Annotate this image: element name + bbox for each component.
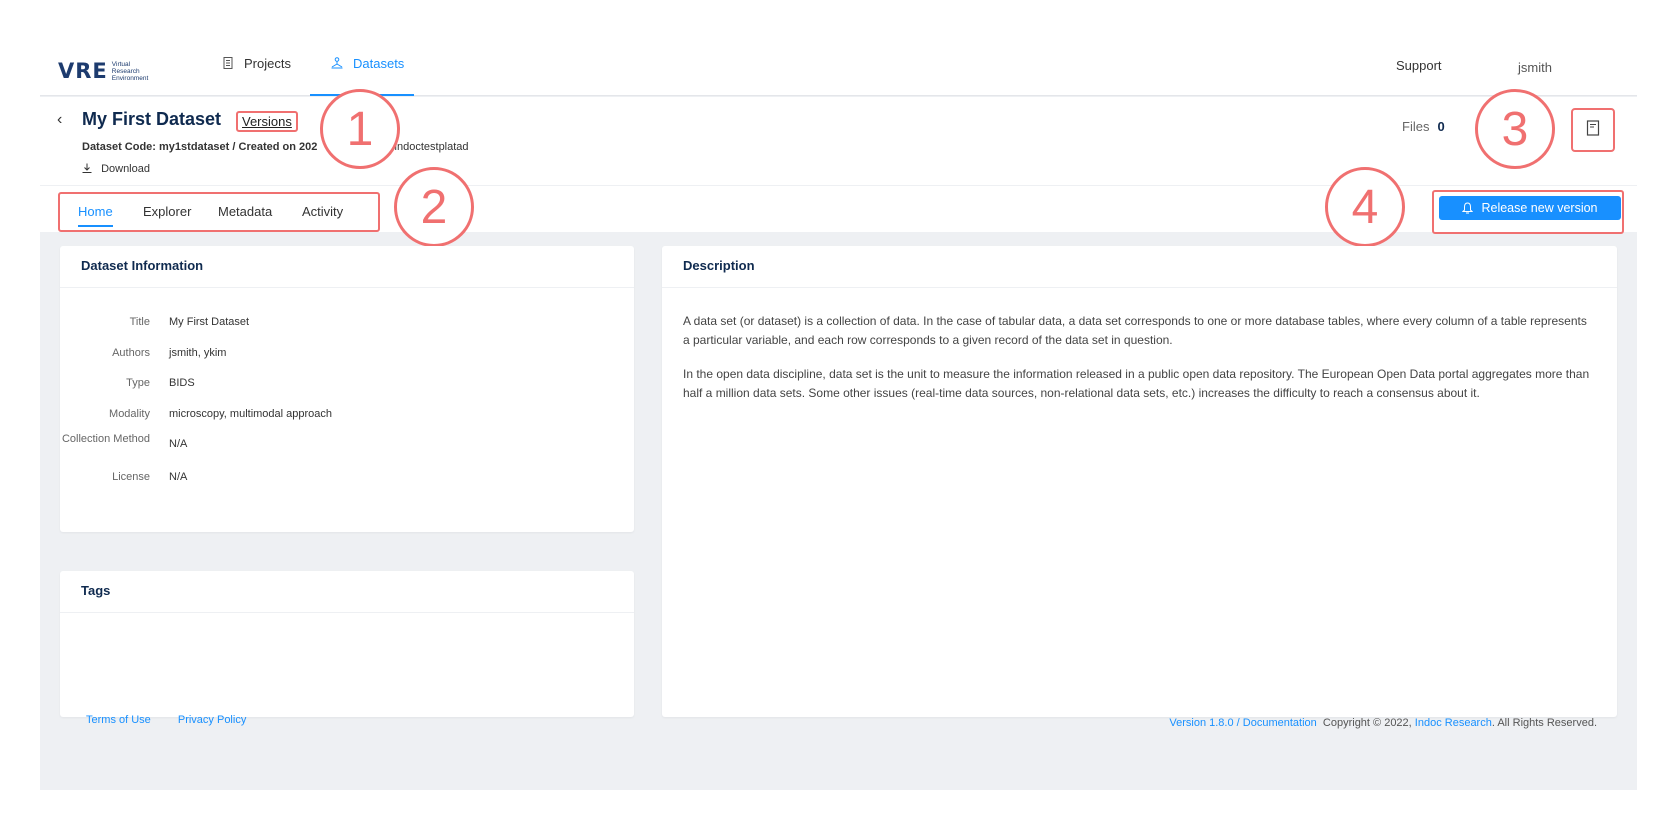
file-icon [1586, 119, 1600, 141]
annotation-marker-3: 3 [1475, 89, 1555, 169]
logo-sub-line: Virtual [111, 60, 131, 68]
tab-home[interactable]: Home [78, 204, 113, 227]
bell-icon [1462, 202, 1474, 214]
info-label: Authors [112, 347, 150, 359]
info-value: N/A [169, 438, 188, 450]
dataset-code: Dataset Code: my1stdataset / Created on … [82, 141, 318, 153]
document-icon [222, 57, 234, 69]
info-label: Collection Method [61, 433, 150, 445]
release-new-version-button[interactable]: Release new version [1439, 196, 1621, 220]
dataset-icon [331, 57, 343, 69]
dataset-meta-suffix: mindoctestplatad [385, 141, 469, 153]
download-label: Download [101, 163, 150, 175]
files-count: Files 0 [1402, 119, 1445, 134]
nav-projects[interactable]: Projects [222, 56, 291, 96]
support-link[interactable]: Support [1396, 58, 1442, 73]
info-label: Title [129, 316, 150, 328]
download-icon [82, 163, 101, 175]
description-paragraph: In the open data discipline, data set is… [683, 367, 1590, 400]
info-value: BIDS [169, 377, 195, 389]
card-heading: Dataset Information [60, 246, 634, 288]
documentation-link[interactable]: Documentation [1243, 717, 1317, 729]
dataset-title: My First Dataset [82, 109, 222, 129]
files-number: 0 [1437, 119, 1445, 134]
annotation-marker-1: 1 [320, 89, 400, 169]
vre-logo[interactable]: VRE Virtual Research Environment [58, 59, 149, 83]
info-value: jsmith, ykim [169, 347, 227, 359]
logo-subtitle: Virtual Research Environment [112, 61, 149, 82]
info-label: License [112, 471, 150, 483]
app-window: VRE Virtual Research Environment Project… [40, 40, 1637, 790]
files-label: Files [1402, 119, 1430, 134]
indoc-research-link[interactable]: Indoc Research [1415, 717, 1492, 729]
tab-explorer[interactable]: Explorer [143, 204, 191, 219]
card-heading: Description [662, 246, 1617, 288]
release-button-label: Release new version [1481, 201, 1598, 215]
terms-of-use-link[interactable]: Terms of Use [86, 714, 151, 726]
footer-links: Terms of Use Privacy Policy [86, 714, 270, 726]
annotation-marker-4: 4 [1325, 167, 1405, 247]
logo-sub-line: Environment [111, 74, 149, 82]
version-link[interactable]: Version 1.8.0 [1169, 717, 1233, 729]
rights-text: . All Rights Reserved. [1491, 717, 1597, 729]
top-navigation-bar: VRE Virtual Research Environment Project… [40, 40, 1637, 96]
logo-mark: VRE [58, 59, 108, 83]
description-text: A data set (or dataset) is a collection … [662, 288, 1617, 427]
back-chevron-icon[interactable]: ‹ [57, 111, 62, 129]
user-menu[interactable]: jsmith [1518, 60, 1552, 75]
description-card: Description A data set (or dataset) is a… [662, 246, 1617, 717]
versions-link[interactable]: Versions [236, 111, 298, 132]
footer-info: Version 1.8.0 / Documentation Copyright … [1169, 717, 1597, 729]
dataset-meta: Dataset Code: my1stdataset / Created on … [82, 141, 469, 153]
nav-datasets-label: Datasets [353, 56, 405, 71]
download-button[interactable]: Download [82, 163, 150, 175]
copyright-text: Copyright © 2022, [1322, 717, 1412, 729]
privacy-policy-link[interactable]: Privacy Policy [178, 714, 246, 726]
logo-sub-line: Research [111, 67, 140, 75]
info-value: N/A [169, 471, 188, 483]
nav-projects-label: Projects [244, 56, 291, 71]
tags-card: Tags [60, 571, 634, 717]
dataset-information-card: Dataset Information Title My First Datas… [60, 246, 634, 532]
document-panel-button[interactable] [1571, 108, 1615, 152]
info-label: Modality [109, 408, 150, 420]
info-label: Type [126, 377, 150, 389]
info-value: microscopy, multimodal approach [169, 408, 333, 420]
description-paragraph: A data set (or dataset) is a collection … [683, 314, 1587, 347]
annotation-marker-2: 2 [394, 167, 474, 247]
info-value: My First Dataset [169, 316, 250, 328]
tab-activity[interactable]: Activity [302, 204, 343, 219]
card-heading: Tags [60, 571, 634, 613]
tab-metadata[interactable]: Metadata [218, 204, 272, 219]
footer-separator: / [1233, 717, 1243, 729]
